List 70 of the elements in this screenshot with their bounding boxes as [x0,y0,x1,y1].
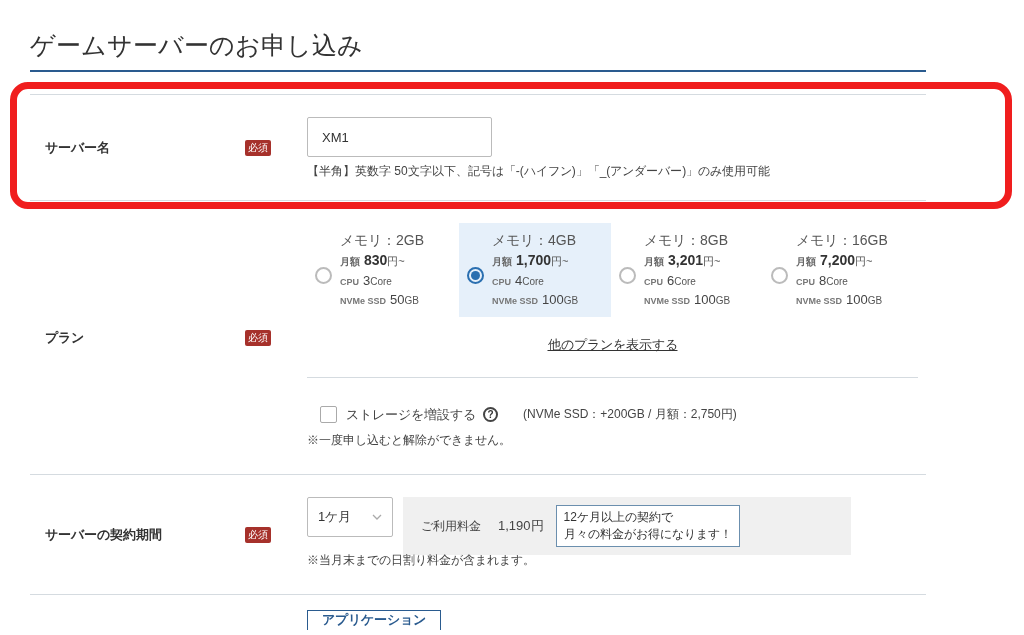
plan-option[interactable]: メモリ：8GB 月額 3,201円~ CPU 6Core NVMe SSD 100GB [611,223,763,317]
required-badge: 必須 [245,526,271,543]
ssd-unit: GB [867,294,883,308]
cpu-count: 3 [363,272,371,290]
field-label: サーバーの契約期間 [45,525,162,544]
ssd-size: 100 [542,291,564,309]
cpu-unit: Core [522,275,544,289]
price-unit: 円~ [855,254,873,267]
plan-price: 3,201 [668,251,704,270]
discount-note: 12ケ月以上の契約で 月々の料金がお得になります！ [555,505,740,547]
plan-option[interactable]: メモリ：4GB 月額 1,700円~ CPU 4Core NVMe SSD 100GB [459,223,611,317]
ssd-label: NVMe SSD [492,295,538,308]
cpu-count: 6 [667,272,675,290]
price-unit: 円~ [703,254,721,267]
ssd-size: 50 [390,291,405,309]
ssd-unit: GB [404,294,419,308]
input-hint: 【半角】英数字 50文字以下、記号は「-(ハイフン)」「_(アンダーバー)」のみ使用可能 [307,163,772,180]
ssd-unit: GB [715,294,731,308]
plan-memory: メモリ：16GB [796,231,888,250]
cpu-count: 4 [515,272,523,290]
plan-option[interactable]: メモリ：16GB 月額 7,200円~ CPU 8Core NVMe SSD 100GB [763,223,915,317]
price-label: 月額 [796,255,816,269]
cpu-unit: Core [826,275,848,289]
plan-price: 830 [364,251,388,270]
cpu-label: CPU [340,276,359,289]
radio-button[interactable] [619,266,636,284]
cpu-count: 8 [819,272,827,290]
plan-price: 1,700 [516,251,552,270]
cpu-unit: Core [674,275,696,289]
price-label: 月額 [644,255,664,269]
field-label: サーバー名 [45,138,110,157]
plan-note: ※一度申し込むと解除ができません。 [307,432,512,449]
radio-button[interactable] [467,266,484,284]
cpu-label: CPU [796,276,815,289]
required-badge: 必須 [245,329,271,346]
ssd-size: 100 [846,291,868,309]
checkbox-label: ストレージを増設する [346,405,476,424]
radio-button[interactable] [771,266,788,284]
plan-price: 7,200 [820,251,856,270]
ssd-label: NVMe SSD [340,295,386,308]
plan-memory: メモリ：4GB [492,231,577,250]
storage-detail: (NVMe SSD：+200GB / 月額：2,750円) [523,406,737,424]
help-icon[interactable]: ? [483,406,498,422]
application-tab-button[interactable]: アプリケーション [307,610,441,630]
plan-memory: メモリ：2GB [340,231,424,250]
radio-button[interactable] [315,266,332,284]
chevron-down-icon [372,514,382,520]
ssd-label: NVMe SSD [796,295,842,308]
period-select[interactable]: 1ケ月 [307,497,393,537]
plan-memory: メモリ：8GB [644,231,729,250]
fee-label: ご利用料金 [421,518,481,535]
period-note: ※当月末までの日割り料金が含まれます。 [307,552,536,569]
required-badge: 必須 [245,139,271,156]
fee-amount: 1,190円 [498,517,544,536]
server-name-input[interactable]: XM1 [307,117,492,157]
price-label: 月額 [492,255,512,269]
ssd-label: NVMe SSD [644,295,690,308]
ssd-unit: GB [563,294,579,308]
storage-checkbox[interactable] [320,405,337,423]
price-label: 月額 [340,255,360,269]
price-unit: 円~ [551,254,569,267]
page-title: ゲームサーバーのお申し込み [30,30,364,61]
more-plans-link[interactable]: 他のプランを表示する [547,335,678,355]
cpu-label: CPU [644,276,663,289]
field-label: プラン [45,328,84,347]
cpu-unit: Core [370,275,392,289]
price-unit: 円~ [387,254,405,269]
plan-option[interactable]: メモリ：2GB 月額 830円~ CPU 3Core NVMe SSD 50GB [307,223,459,317]
ssd-size: 100 [694,291,716,309]
cpu-label: CPU [492,276,511,289]
